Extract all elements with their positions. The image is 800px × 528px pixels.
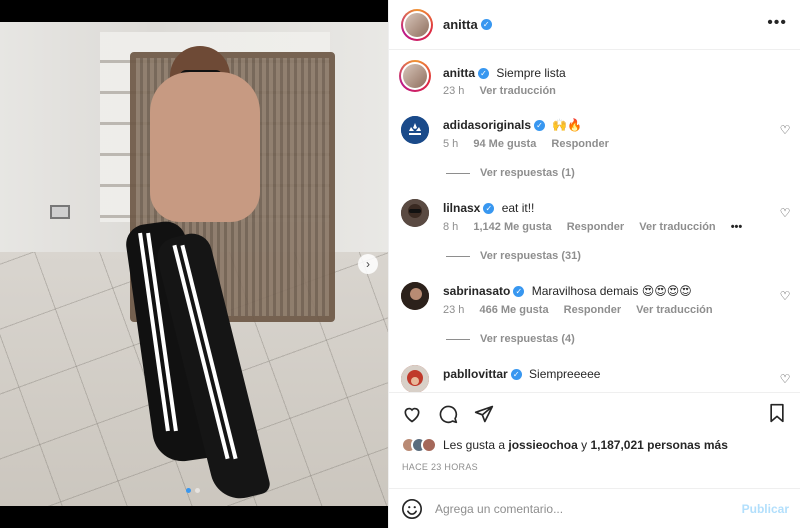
- translate-link[interactable]: Ver traducción: [636, 304, 712, 316]
- likes-summary: Les gusta a jossieochoa y 1,187,021 pers…: [401, 437, 728, 453]
- comment-likes[interactable]: 1,142 Me gusta: [473, 221, 551, 233]
- carousel-dot: [195, 488, 200, 493]
- emoji-icon[interactable]: [401, 498, 423, 520]
- caption-time: 23 h: [443, 85, 465, 97]
- likes-count[interactable]: 1,187,021 personas más: [590, 438, 727, 452]
- comment-text: Maravilhosa demais 😍😍😍😍: [531, 284, 692, 298]
- heart-icon[interactable]: [401, 403, 423, 425]
- commenter-avatar[interactable]: [401, 282, 429, 310]
- reply-button[interactable]: Responder: [567, 221, 624, 233]
- carousel-indicator: [186, 488, 200, 493]
- author-avatar[interactable]: [401, 8, 433, 41]
- comment-item: lilnasx ✓ eat it!! 8 h 1,142 Me gusta Res…: [389, 199, 800, 269]
- likes-middle: y: [581, 438, 588, 452]
- next-image-button[interactable]: ›: [358, 254, 378, 274]
- bookmark-icon[interactable]: [767, 403, 789, 425]
- verified-badge-icon: ✓: [510, 369, 522, 381]
- likes-prefix: Les gusta a: [443, 438, 506, 452]
- comment-time: 8 h: [443, 221, 459, 233]
- comment-text: Siempreeeee: [529, 367, 601, 381]
- caption-avatar[interactable]: [399, 60, 431, 92]
- avatar-photo: [401, 282, 429, 310]
- reply-button[interactable]: Responder: [564, 304, 621, 316]
- comment-input[interactable]: [435, 501, 725, 516]
- send-icon[interactable]: [473, 403, 495, 425]
- verified-badge-icon: ✓: [534, 120, 546, 132]
- view-replies-button[interactable]: Ver respuestas (4): [446, 333, 575, 345]
- caption-username[interactable]: anitta: [443, 66, 475, 80]
- carousel-dot: [186, 488, 191, 493]
- comment-username[interactable]: pabllovittar: [443, 367, 508, 381]
- comment-likes[interactable]: 94 Me gusta: [473, 138, 536, 150]
- caption: anitta ✓ Siempre lista 23 h Ver traducció…: [389, 60, 800, 110]
- comment-options-icon[interactable]: •••: [731, 221, 743, 233]
- comment-text: 🙌🔥: [552, 118, 583, 132]
- comment-icon[interactable]: [437, 403, 459, 425]
- post-photo: [0, 22, 388, 506]
- comment-username[interactable]: adidasoriginals: [443, 118, 531, 132]
- caption-text: Siempre lista: [496, 66, 566, 80]
- comment-username[interactable]: lilnasx: [443, 201, 480, 215]
- add-comment-bar: Publicar: [389, 488, 800, 528]
- publish-button[interactable]: Publicar: [742, 502, 789, 516]
- comment-username[interactable]: sabrinasato: [443, 284, 510, 298]
- commenter-avatar[interactable]: [401, 365, 429, 392]
- wall-outlet: [50, 205, 70, 219]
- post-timestamp[interactable]: HACE 23 HORAS: [402, 462, 478, 472]
- comment-text: eat it!!: [501, 201, 535, 215]
- like-comment-heart-icon[interactable]: ♡: [779, 207, 791, 219]
- comment-item: sabrinasato ✓ Maravilhosa demais 😍😍😍😍 23 …: [389, 282, 800, 352]
- instagram-post-modal: › anitta ✓ ••• anitta ✓ Siempre lista 23…: [0, 0, 800, 528]
- view-replies-button[interactable]: Ver respuestas (31): [446, 250, 581, 262]
- reply-button[interactable]: Responder: [551, 138, 608, 150]
- verified-badge-icon: ✓: [478, 68, 490, 80]
- verified-badge-icon: ✓: [480, 19, 492, 30]
- more-options-icon[interactable]: •••: [767, 14, 787, 32]
- liker-avatar: [421, 437, 437, 453]
- like-comment-heart-icon[interactable]: ♡: [779, 124, 791, 136]
- post-media: ›: [0, 0, 388, 528]
- commenter-avatar[interactable]: [401, 199, 429, 227]
- view-replies-button[interactable]: Ver respuestas (1): [446, 167, 575, 179]
- verified-badge-icon: ✓: [513, 286, 525, 298]
- comment-likes[interactable]: 466 Me gusta: [479, 304, 548, 316]
- translate-link[interactable]: Ver traducción: [639, 221, 715, 233]
- liker-username[interactable]: jossieochoa: [508, 438, 577, 452]
- view-replies-label: Ver respuestas (31): [480, 250, 581, 262]
- comment-time: 23 h: [443, 304, 465, 316]
- author-username[interactable]: anitta: [443, 17, 478, 32]
- comment-item: adidasoriginals ✓ 🙌🔥 5 h 94 Me gusta Resp…: [389, 116, 800, 186]
- verified-badge-icon: ✓: [483, 203, 495, 215]
- like-comment-heart-icon[interactable]: ♡: [779, 373, 791, 385]
- adidas-logo-icon: [401, 116, 429, 144]
- comment-item: pabllovittar ✓ Siempreeeee ♡: [389, 365, 800, 392]
- chevron-right-icon: ›: [366, 257, 370, 271]
- view-replies-label: Ver respuestas (1): [480, 167, 575, 179]
- avatar-photo: [401, 199, 429, 227]
- comments-list: anitta ✓ Siempre lista 23 h Ver traducció…: [389, 50, 800, 392]
- post-header: anitta ✓ •••: [389, 0, 800, 50]
- view-replies-label: Ver respuestas (4): [480, 333, 575, 345]
- comment-time: 5 h: [443, 138, 459, 150]
- avatar-photo: [401, 365, 429, 392]
- translate-link[interactable]: Ver traducción: [479, 85, 555, 97]
- post-side-panel: anitta ✓ ••• anitta ✓ Siempre lista 23 h …: [388, 0, 800, 528]
- like-comment-heart-icon[interactable]: ♡: [779, 290, 791, 302]
- commenter-avatar[interactable]: [401, 116, 429, 144]
- post-actions: Les gusta a jossieochoa y 1,187,021 pers…: [389, 392, 800, 488]
